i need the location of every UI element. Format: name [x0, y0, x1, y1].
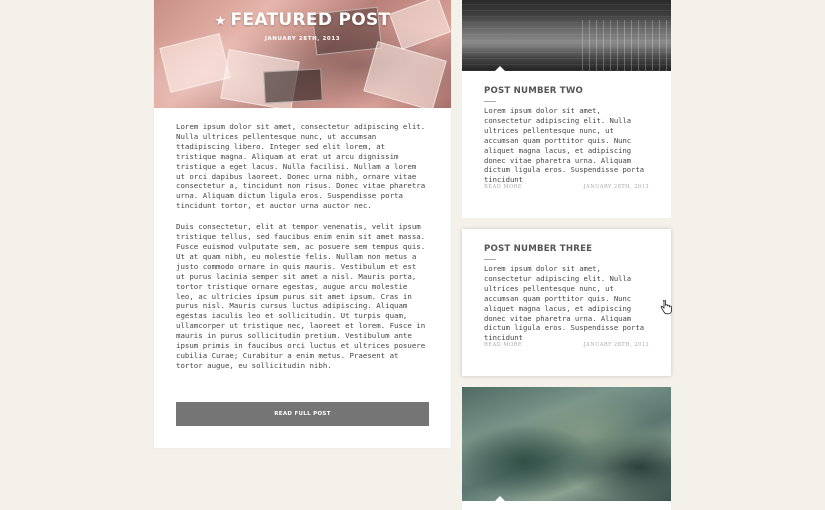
read-more-link[interactable]: READ MORE: [484, 342, 522, 348]
featured-post-title[interactable]: ★ FEATURED POST: [154, 10, 451, 30]
post-card: POST NUMBER THREE Lorem ipsum dolor sit …: [462, 229, 671, 376]
featured-post-card: ★ FEATURED POST JANUARY 28TH, 2013 Lorem …: [154, 0, 451, 448]
post-image[interactable]: [462, 0, 671, 71]
read-more-link[interactable]: READ MORE: [484, 184, 522, 190]
post-title[interactable]: POST NUMBER THREE: [484, 244, 649, 254]
featured-post-date: JANUARY 28TH, 2013: [264, 36, 341, 42]
image-notch: [495, 66, 505, 71]
title-divider: [484, 101, 496, 102]
star-icon: ★: [214, 14, 227, 29]
post-date: JANUARY 28TH, 2013: [583, 184, 649, 190]
post-excerpt: Lorem ipsum dolor sit amet, consectetur …: [484, 264, 645, 343]
featured-paragraph: Duis consectetur, elit at tempor venenat…: [176, 222, 426, 370]
post-card: POST NUMBER TWO Lorem ipsum dolor sit am…: [462, 0, 671, 218]
image-notch: [495, 496, 505, 501]
post-date: JANUARY 28TH, 2013: [583, 342, 649, 348]
featured-paragraph: Lorem ipsum dolor sit amet, consectetur …: [176, 122, 426, 211]
post-excerpt: Lorem ipsum dolor sit amet, consectetur …: [484, 106, 645, 185]
featured-post-body: Lorem ipsum dolor sit amet, consectetur …: [154, 108, 451, 371]
post-image[interactable]: [462, 387, 671, 501]
hand-pointer-icon: [660, 300, 672, 315]
post-title[interactable]: POST NUMBER TWO: [484, 86, 649, 96]
post-card: [462, 387, 671, 510]
featured-post-image[interactable]: ★ FEATURED POST JANUARY 28TH, 2013: [154, 0, 451, 108]
title-divider: [484, 259, 496, 260]
read-full-post-button[interactable]: READ FULL POST: [176, 402, 429, 426]
